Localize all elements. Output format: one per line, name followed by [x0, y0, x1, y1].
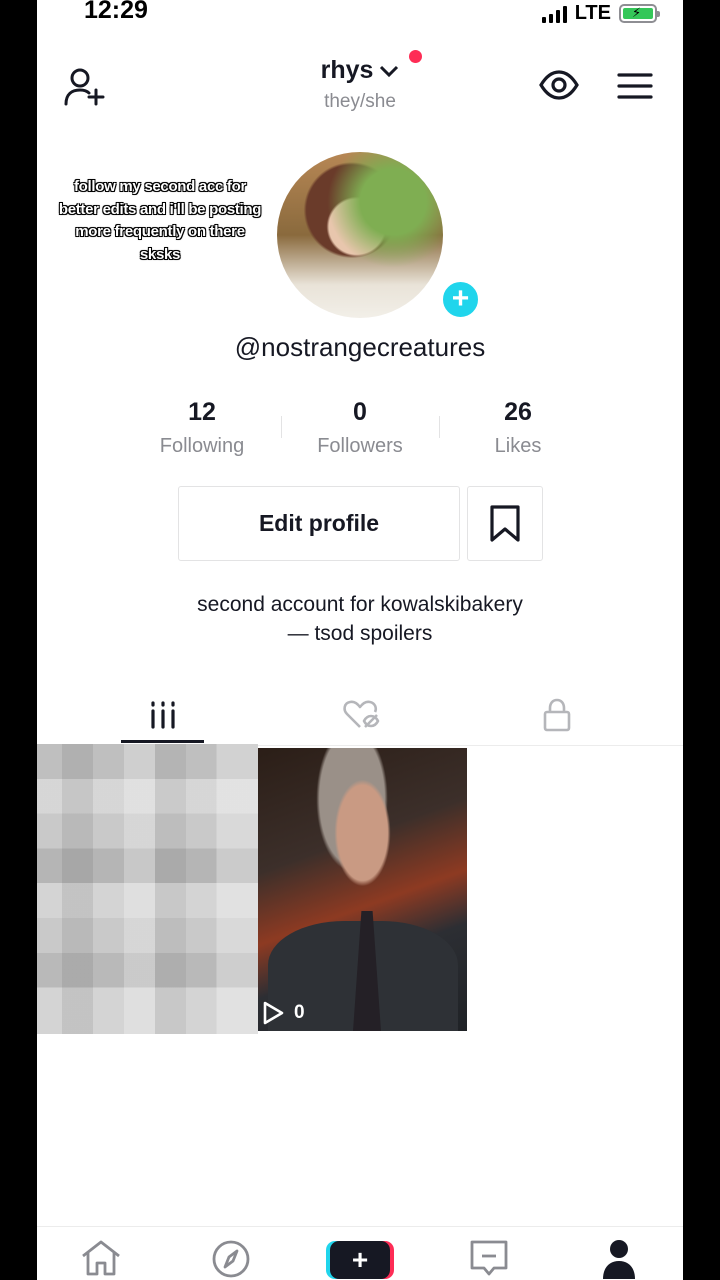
- account-switcher[interactable]: rhys they/she: [37, 50, 683, 113]
- nav-inbox[interactable]: [467, 1239, 511, 1280]
- plus-icon: +: [351, 1244, 369, 1275]
- create-button[interactable]: +: [330, 1241, 390, 1279]
- nav-profile[interactable]: [597, 1239, 641, 1280]
- network-label: LTE: [574, 2, 611, 24]
- view-count: 0: [262, 1001, 305, 1025]
- battery-icon: ⚡: [619, 4, 660, 23]
- add-photo-plus-icon[interactable]: +: [440, 279, 481, 320]
- profile-icon: [603, 1240, 635, 1279]
- profile-views-icon[interactable]: [539, 69, 579, 106]
- grid-icon: [151, 701, 175, 729]
- stat-likes[interactable]: 26 Likes: [439, 398, 597, 458]
- following-count: 12: [188, 398, 216, 426]
- notification-dot: [409, 50, 423, 63]
- followers-count: 0: [353, 398, 367, 426]
- liked-hidden-icon: [343, 700, 380, 728]
- following-label: Following: [159, 435, 245, 457]
- signal-icon: [541, 5, 567, 23]
- tab-liked[interactable]: [301, 684, 421, 746]
- video-thumbnail[interactable]: 0: [258, 748, 467, 1031]
- likes-count: 26: [504, 398, 532, 426]
- inbox-icon: [470, 1240, 508, 1276]
- profile-note-bubble: follow my second acc for better edits an…: [58, 178, 262, 263]
- profile-screen: 12:29 LTE ⚡ rhys they/she follow my seco…: [37, 0, 683, 1280]
- pronouns: they/she: [324, 91, 396, 112]
- username: rhys: [320, 56, 374, 84]
- stat-followers[interactable]: 0 Followers: [281, 398, 439, 458]
- bookmark-icon: [490, 504, 520, 542]
- favorites-button[interactable]: [467, 486, 543, 561]
- bio-line: — tsod spoilers: [287, 622, 433, 645]
- play-icon: [263, 1001, 284, 1025]
- avatar[interactable]: [277, 152, 443, 318]
- stat-following[interactable]: 12 Following: [123, 398, 281, 458]
- menu-icon[interactable]: [617, 72, 653, 105]
- status-indicators: LTE ⚡: [541, 2, 660, 25]
- lock-icon: [543, 698, 571, 732]
- profile-handle: @nostrangecreatures: [234, 332, 486, 362]
- nav-home[interactable]: [79, 1239, 123, 1280]
- discover-icon: [212, 1240, 250, 1278]
- bottom-nav: +: [37, 1226, 683, 1280]
- tab-videos[interactable]: [103, 684, 223, 746]
- chevron-down-icon: [380, 65, 399, 77]
- bio-line: second account for kowalskibakery: [197, 593, 523, 616]
- nav-discover[interactable]: [209, 1239, 253, 1280]
- status-time: 12:29: [84, 0, 148, 24]
- view-count-value: 0: [294, 1002, 305, 1023]
- video-thumbnail-blurred[interactable]: [37, 744, 258, 1034]
- tab-private[interactable]: [497, 684, 617, 746]
- followers-label: Followers: [317, 435, 403, 457]
- profile-tabs: [37, 684, 683, 746]
- bio: second account for kowalskibakery — tsod…: [37, 590, 683, 648]
- home-icon: [82, 1240, 120, 1276]
- stats-row: 12 Following 0 Followers 26 Likes: [123, 398, 597, 458]
- edit-profile-button[interactable]: Edit profile: [178, 486, 460, 561]
- likes-label: Likes: [494, 435, 542, 457]
- active-tab-indicator: [121, 740, 204, 743]
